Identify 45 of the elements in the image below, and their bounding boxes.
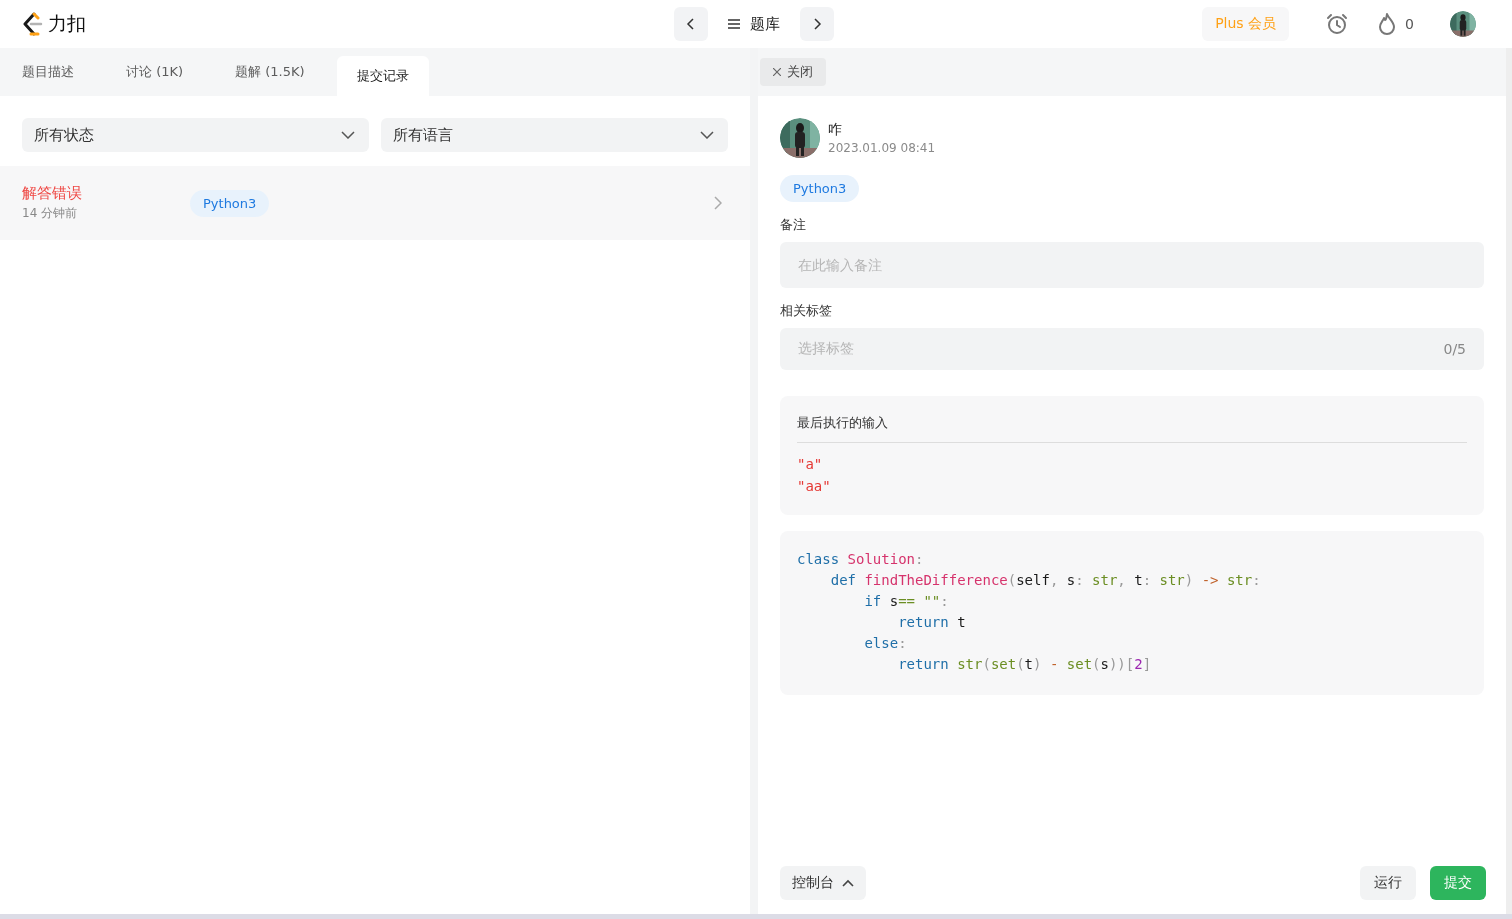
language-tag: Python3 bbox=[190, 189, 270, 217]
tags-label: 相关标签 bbox=[780, 302, 832, 320]
chevron-right-icon bbox=[811, 18, 823, 30]
input-line: "aa" bbox=[797, 477, 831, 496]
user-name: 咋 bbox=[828, 121, 843, 139]
input-line: "a" bbox=[797, 455, 823, 474]
code-line: return str(set(t) - set(s))[2] bbox=[897, 655, 1152, 674]
code-line: if s== "": bbox=[863, 592, 949, 611]
console-button[interactable]: 控制台 bbox=[780, 866, 866, 900]
menu-icon bbox=[728, 19, 740, 29]
chevron-right-icon bbox=[714, 196, 722, 210]
tab[interactable]: 题解 (1.5K) bbox=[215, 48, 325, 96]
submission-row[interactable]: 解答错误 14 分钟前 Python3 bbox=[0, 166, 750, 240]
language-tag: Python3 bbox=[780, 175, 860, 202]
close-icon bbox=[773, 68, 781, 76]
code-line: else: bbox=[863, 634, 907, 653]
filter-dropdown[interactable]: 所有状态 bbox=[22, 118, 369, 152]
filter-dropdown[interactable]: 所有语言 bbox=[381, 118, 728, 152]
streak-count: 0 bbox=[1405, 16, 1414, 32]
next-button[interactable] bbox=[800, 7, 834, 41]
submission-time: 14 分钟前 bbox=[22, 205, 79, 222]
submission-timestamp: 2023.01.09 08:41 bbox=[828, 141, 936, 155]
logo-icon[interactable] bbox=[22, 12, 44, 36]
code-line: return t bbox=[897, 613, 966, 632]
chevron-down-icon bbox=[341, 131, 355, 139]
run-button[interactable]: 运行 bbox=[1360, 866, 1416, 900]
last-input-title: 最后执行的输入 bbox=[797, 414, 888, 432]
submission-status: 解答错误 bbox=[22, 184, 83, 203]
note-field[interactable]: 在此输入备注 bbox=[780, 242, 1484, 288]
alarm-clock-icon[interactable] bbox=[1325, 12, 1350, 36]
tab[interactable]: 提交记录 bbox=[336, 56, 429, 96]
tags-count: 0/5 bbox=[1443, 341, 1466, 357]
code-line: def findTheDifference(self, s: str, t: str) -> str: bbox=[829, 571, 1261, 590]
chevron-left-icon bbox=[685, 18, 697, 30]
problem-list-button[interactable]: 题库 bbox=[722, 13, 786, 35]
code-line: class Solution: bbox=[797, 550, 924, 569]
chevron-down-icon bbox=[700, 131, 714, 139]
previous-button[interactable] bbox=[674, 7, 708, 41]
flame-icon[interactable] bbox=[1377, 12, 1398, 36]
tab[interactable]: 讨论 (1K) bbox=[106, 48, 204, 96]
logo-text[interactable]: 力扣 bbox=[48, 11, 86, 37]
close-button[interactable]: 关闭 bbox=[760, 58, 826, 86]
tab[interactable]: 题目描述 bbox=[2, 48, 94, 96]
chevron-up-icon bbox=[842, 879, 854, 887]
note-label: 备注 bbox=[780, 216, 806, 234]
